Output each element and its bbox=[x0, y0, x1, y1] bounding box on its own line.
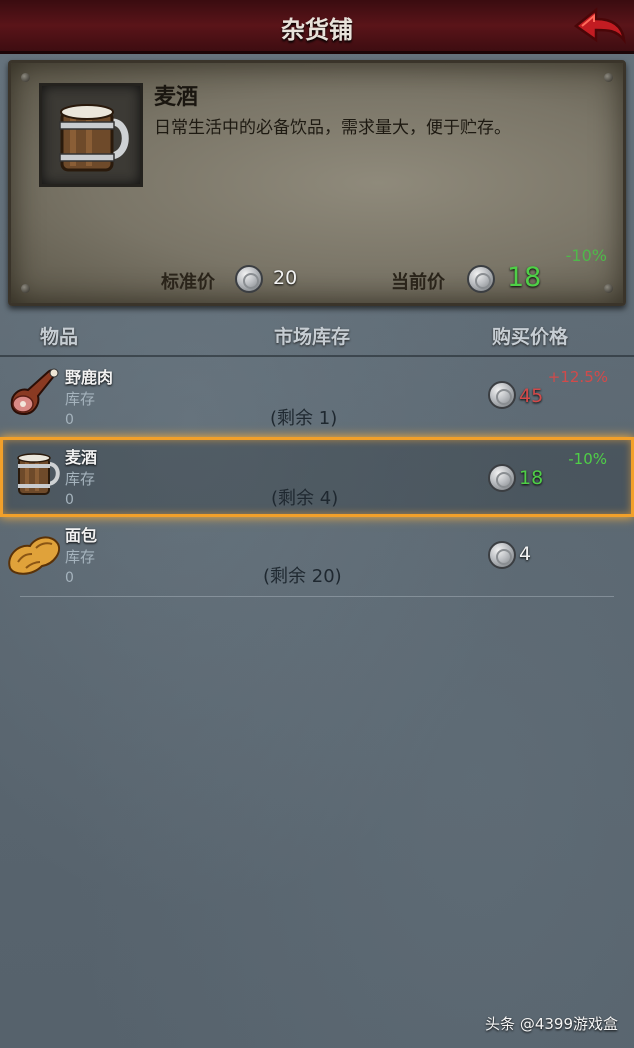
stock-label: 库存 bbox=[65, 390, 96, 408]
shop-item-row-ale[interactable]: 麦酒 库存 0 (剩余 4) 18 -10% bbox=[0, 437, 634, 517]
price-modifier: +12.5% bbox=[547, 368, 608, 386]
rivet bbox=[604, 73, 613, 82]
stock-value: 0 bbox=[65, 570, 74, 586]
shop-item-row-venison[interactable]: 野鹿肉 库存 0 (剩余 1) 45 +12.5% bbox=[0, 358, 634, 438]
standard-price-value: 20 bbox=[273, 267, 298, 289]
stock-label: 库存 bbox=[65, 548, 96, 566]
shop-item-row-bread[interactable]: 面包 库存 0 (剩余 20) 4 bbox=[0, 516, 634, 596]
divider bbox=[20, 596, 614, 597]
silver-coin-icon bbox=[488, 381, 516, 409]
venison-icon bbox=[10, 368, 59, 416]
item-name: 野鹿肉 bbox=[65, 368, 114, 387]
market-remaining: (剩余 1) bbox=[270, 408, 338, 429]
stock-value: 0 bbox=[65, 492, 74, 508]
item-name: 面包 bbox=[65, 526, 98, 545]
column-header-price: 购买价格 bbox=[492, 326, 569, 348]
detail-item-name: 麦酒 bbox=[154, 85, 199, 110]
rivet bbox=[21, 73, 30, 82]
rivet bbox=[604, 284, 613, 293]
detail-item-description: 日常生活中的必备饮品，需求量大，便于贮存。 bbox=[154, 118, 511, 138]
detail-price-modifier: -10% bbox=[565, 246, 607, 265]
silver-coin-icon bbox=[467, 265, 495, 293]
rivet bbox=[21, 284, 30, 293]
ale-mug-icon bbox=[17, 453, 60, 495]
column-header-item: 物品 bbox=[40, 326, 79, 348]
price-modifier: -10% bbox=[568, 450, 607, 468]
divider bbox=[0, 355, 634, 357]
back-button[interactable] bbox=[570, 6, 626, 46]
item-price: 4 bbox=[519, 543, 532, 565]
silver-coin-icon bbox=[488, 541, 516, 569]
title-bar: 杂货铺 bbox=[0, 0, 634, 54]
back-arrow-icon bbox=[573, 7, 626, 45]
watermark: 头条 @4399游戏盒 bbox=[485, 1015, 618, 1033]
silver-coin-icon bbox=[235, 265, 263, 293]
detail-item-icon-frame bbox=[39, 83, 143, 187]
item-detail-card: 麦酒 日常生活中的必备饮品，需求量大，便于贮存。 -10% 标准价 20 当前价… bbox=[8, 60, 626, 306]
item-price: 18 bbox=[519, 467, 544, 489]
column-header-stock: 市场库存 bbox=[274, 326, 351, 348]
bread-icon bbox=[8, 536, 60, 575]
item-price: 45 bbox=[519, 385, 544, 407]
item-name: 麦酒 bbox=[65, 448, 98, 467]
silver-coin-icon bbox=[488, 464, 516, 492]
standard-price-label: 标准价 bbox=[161, 272, 215, 293]
current-price-value: 18 bbox=[507, 262, 542, 293]
ale-mug-icon bbox=[59, 104, 129, 172]
stock-label: 库存 bbox=[65, 470, 96, 488]
market-remaining: (剩余 20) bbox=[263, 566, 342, 587]
current-price-label: 当前价 bbox=[391, 272, 445, 293]
page-title: 杂货铺 bbox=[281, 16, 353, 44]
stock-value: 0 bbox=[65, 412, 74, 428]
market-remaining: (剩余 4) bbox=[271, 488, 339, 509]
